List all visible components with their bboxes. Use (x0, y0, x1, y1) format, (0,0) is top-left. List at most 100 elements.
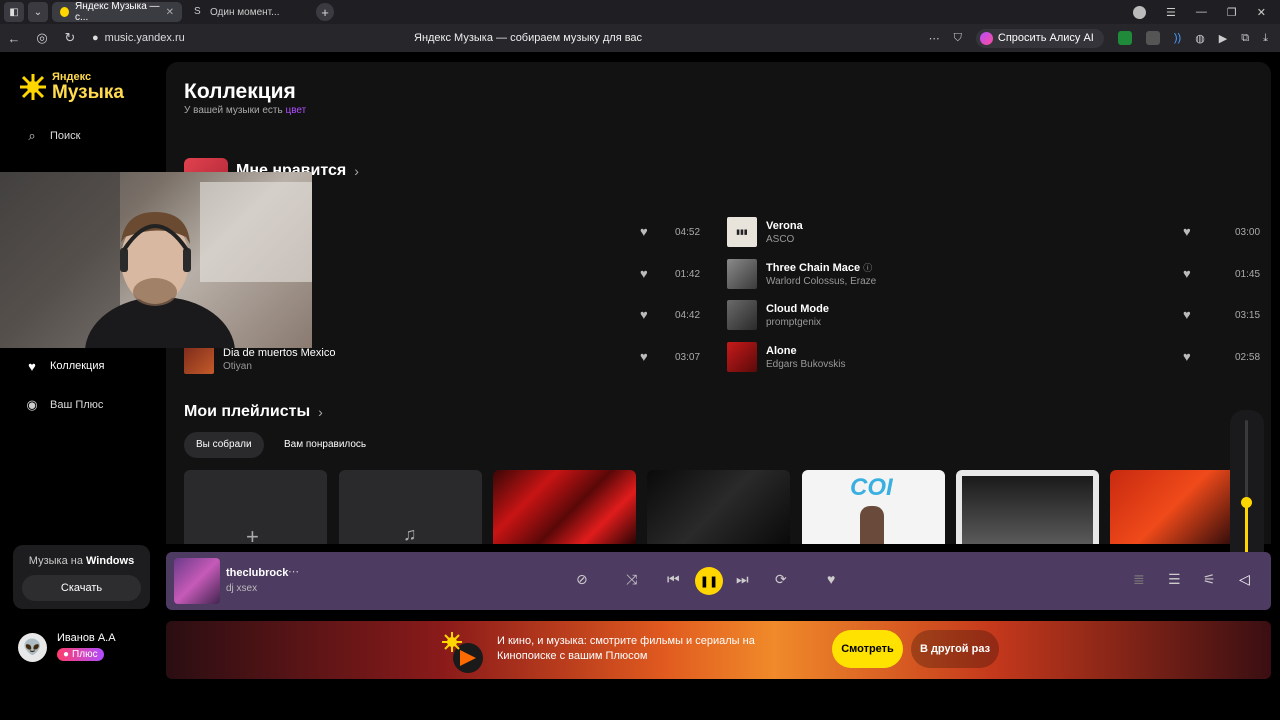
playlist-tile[interactable]: COI (802, 470, 945, 544)
like-icon[interactable]: ♥ (1183, 224, 1191, 239)
volume-slider[interactable] (1230, 410, 1264, 564)
plus-badge[interactable]: ● Плюс (57, 648, 104, 661)
track-title: Verona (766, 219, 803, 232)
sun-logo-icon (20, 74, 46, 100)
track-artist: Otiyan (223, 360, 252, 372)
more-icon[interactable]: ⋯ (929, 32, 940, 45)
pause-button[interactable]: ❚❚ (695, 567, 723, 595)
track-duration: 03:15 (1235, 310, 1261, 321)
tab-you-liked[interactable]: Вам понравилось (272, 432, 378, 458)
avatar[interactable]: 👽 (18, 632, 47, 662)
tab-second[interactable]: S Один момент... (186, 2, 306, 22)
like-icon[interactable]: ♥ (1183, 349, 1191, 364)
like-icon[interactable]: ♥ (1183, 266, 1191, 281)
lyrics-icon[interactable]: ≣ (1133, 571, 1145, 588)
tab-you-collected[interactable]: Вы собрали (184, 432, 264, 458)
track-cover (727, 342, 757, 372)
track-duration: 03:07 (675, 352, 701, 363)
chevron-right-icon: › (318, 404, 323, 420)
main-content: Коллекция У вашей музыки есть цвет Мне н… (166, 62, 1271, 544)
like-icon[interactable]: ♥ (640, 266, 648, 281)
tab-yandex-music[interactable]: Яндекс Музыка — с... ✕ (52, 1, 182, 23)
like-icon[interactable]: ♥ (827, 571, 835, 587)
now-playing-artist[interactable]: dj xsex (226, 583, 257, 594)
menu-icon[interactable]: ☰ (1166, 6, 1176, 19)
track-row[interactable]: ▮▮▮ Verona ASCO (727, 217, 803, 247)
user-profile[interactable]: 👽 Иванов А.А ● Плюс (18, 632, 116, 662)
track-row[interactable]: Cloud Mode promptgenix (727, 300, 829, 330)
track-duration: 02:58 (1235, 352, 1261, 363)
like-icon[interactable]: ♥ (640, 349, 648, 364)
playlist-tile[interactable] (493, 470, 636, 544)
extension-s-icon[interactable] (1145, 31, 1160, 45)
yandex-music-logo[interactable]: Яндекс Музыка (18, 72, 124, 102)
track-title-row: Three Chain Mace ⓘ (766, 261, 876, 274)
sidebar-item-label: Поиск (50, 130, 81, 142)
previous-icon[interactable]: ⏮ (667, 571, 680, 588)
coi-cover-text: COI (850, 474, 893, 501)
playlist-tile[interactable] (647, 470, 790, 544)
promo-text: И кино, и музыка: смотрите фильмы и сери… (497, 635, 755, 662)
like-icon[interactable]: ♥ (1183, 307, 1191, 322)
reload-icon[interactable]: ↻ (56, 30, 84, 46)
playlist-tile[interactable] (956, 470, 1099, 544)
extension-audio-icon[interactable]: )) (1174, 32, 1181, 44)
collections-icon[interactable]: ⧉ (1241, 32, 1249, 45)
dislike-icon[interactable]: ⊘ (576, 571, 588, 588)
download-icon[interactable]: ⤓ (1263, 32, 1268, 45)
playlist-tile[interactable] (1110, 470, 1236, 544)
profile-icon[interactable] (1133, 5, 1147, 19)
globe-icon[interactable]: ◍ (1195, 32, 1205, 45)
plus-icon: ◉ (26, 397, 38, 412)
like-icon[interactable]: ♥ (640, 307, 648, 322)
restore-icon[interactable]: ❐ (1227, 6, 1237, 19)
track-row[interactable]: Alone Edgars Bukovskis (727, 342, 845, 372)
volume-icon[interactable]: ◁ (1239, 571, 1250, 588)
ask-alisa-button[interactable]: Спросить Алису AI (975, 28, 1104, 48)
tabs-dropdown-icon[interactable]: ⌄ (28, 2, 48, 22)
more-options-icon[interactable]: ⋯ (288, 565, 299, 578)
next-icon[interactable]: ⏭ (736, 571, 749, 588)
like-icon[interactable]: ♥ (640, 224, 648, 239)
now-playing-cover[interactable] (174, 558, 220, 604)
now-playing-title[interactable]: theclubrock (226, 567, 288, 579)
equalizer-icon[interactable]: ⚟ (1203, 571, 1216, 588)
track-cover (727, 300, 757, 330)
watch-button[interactable]: Смотреть (832, 630, 903, 668)
track-title: Cloud Mode (766, 302, 829, 315)
close-tab-icon[interactable]: ✕ (166, 7, 174, 18)
bookmark-icon[interactable]: ⛉ (954, 32, 962, 45)
playlist-tile[interactable]: ♫ (339, 470, 482, 544)
subtitle-accent-link[interactable]: цвет (285, 105, 306, 116)
protect-icon[interactable]: ◎ (28, 30, 56, 46)
url-text: music.yandex.ru (104, 32, 185, 44)
volume-knob[interactable] (1241, 496, 1252, 508)
sidebar-toggle-icon[interactable]: ◧ (4, 2, 24, 22)
track-row[interactable]: Three Chain Mace ⓘ Warlord Colossus, Era… (727, 259, 876, 289)
new-tab-button[interactable]: + (316, 3, 334, 21)
playlists-section-header[interactable]: Мои плейлисты › (184, 403, 323, 421)
music-note-icon: ♫ (403, 524, 417, 544)
later-button[interactable]: В другой раз (911, 630, 999, 668)
track-cover (727, 259, 757, 289)
create-playlist-tile[interactable]: + (184, 470, 327, 544)
logo-text-music: Музыка (52, 82, 124, 103)
sidebar-item-search[interactable]: ⌕ Поиск (24, 128, 80, 144)
sidebar-item-collection[interactable]: ♥ Коллекция (24, 358, 104, 374)
info-icon[interactable]: ⓘ (863, 263, 872, 273)
download-card-text: Музыка на Windows (28, 555, 135, 567)
extension-icon[interactable] (1117, 31, 1132, 45)
back-icon[interactable]: ← (0, 31, 28, 46)
sidebar-item-plus[interactable]: ◉ Ваш Плюс (24, 397, 103, 413)
promo-banner: И кино, и музыка: смотрите фильмы и сери… (166, 621, 1271, 679)
url-field[interactable]: ● music.yandex.ru (92, 32, 185, 44)
shuffle-icon[interactable]: ⤨ (626, 571, 637, 588)
minimize-icon[interactable]: — (1196, 6, 1207, 18)
track-row[interactable]: Dia de muertos Mexico Otiyan (184, 344, 336, 374)
play-extension-icon[interactable]: ▶ (1219, 32, 1227, 45)
download-button[interactable]: Скачать (22, 575, 141, 601)
close-window-icon[interactable]: ✕ (1257, 6, 1266, 19)
repeat-icon[interactable]: ⟳ (775, 571, 787, 588)
track-artist: ASCO (766, 233, 795, 245)
queue-icon[interactable]: ☰ (1168, 571, 1181, 588)
